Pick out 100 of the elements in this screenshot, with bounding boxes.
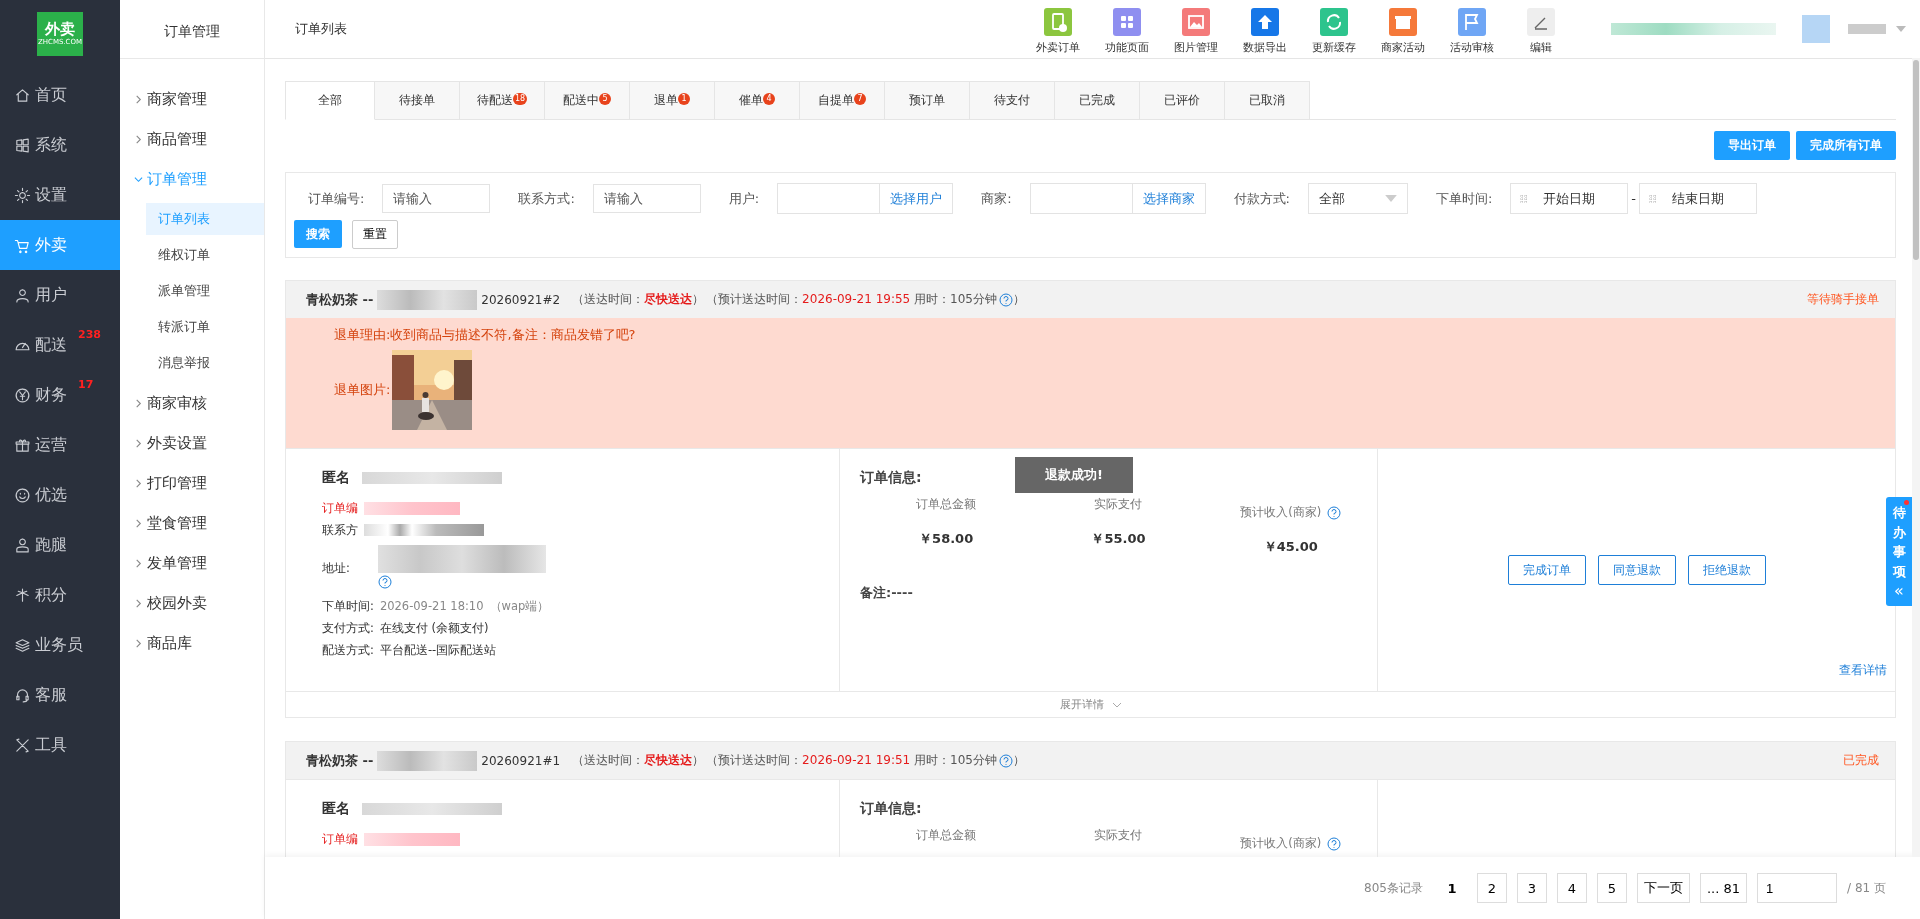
- expand-toggle[interactable]: 展开详情: [286, 691, 1895, 717]
- order-action-button[interactable]: 同意退款: [1597, 555, 1676, 585]
- order-action-button[interactable]: 完成订单: [1507, 555, 1586, 585]
- nav-item[interactable]: 财务 17: [0, 370, 120, 420]
- page-input[interactable]: 1: [1757, 873, 1838, 903]
- nav-item[interactable]: 客服: [0, 670, 120, 720]
- menu-item[interactable]: 外卖设置: [120, 423, 264, 463]
- toolbar-button[interactable]: 编辑: [1506, 3, 1575, 55]
- yen-icon: [14, 386, 31, 404]
- toolbar-button[interactable]: 功能页面: [1092, 3, 1161, 55]
- menu-item[interactable]: 商品管理: [120, 119, 264, 159]
- menu-item[interactable]: 维权订单: [146, 239, 264, 271]
- tab[interactable]: 退单 1: [630, 81, 715, 120]
- chevron-icon: [134, 598, 143, 608]
- input-field[interactable]: 请输入: [382, 184, 491, 213]
- nav-item[interactable]: 业务员: [0, 620, 120, 670]
- order-action-button[interactable]: 拒绝退款: [1687, 555, 1766, 585]
- tab[interactable]: 预订单: [885, 81, 970, 120]
- menu-item[interactable]: 商家管理: [120, 79, 264, 119]
- delivery-time: （送达时间：尽快送达）: [572, 291, 705, 308]
- tab[interactable]: 催单 4: [715, 81, 800, 120]
- customer-name: 匿名: [322, 469, 350, 487]
- picker-field[interactable]: 选择商家: [1029, 183, 1206, 214]
- input-field[interactable]: 请输入: [592, 184, 701, 213]
- page-button[interactable]: 4: [1556, 873, 1587, 903]
- count-label: 17: [78, 378, 94, 391]
- page-button[interactable]: 5: [1596, 873, 1627, 903]
- toast-message: 退款成功!: [1015, 457, 1133, 493]
- menu-item[interactable]: 打印管理: [120, 463, 264, 503]
- menu-item[interactable]: 转派订单: [146, 311, 264, 343]
- next-page-button[interactable]: 下一页: [1636, 873, 1690, 903]
- reset-button[interactable]: 重置: [352, 220, 398, 249]
- amount-label: 订单总金额: [916, 828, 977, 843]
- smile-icon: [14, 486, 31, 504]
- tab[interactable]: 已完成: [1055, 81, 1140, 120]
- nav-item[interactable]: 跑腿: [0, 520, 120, 570]
- tab[interactable]: 已评价: [1140, 81, 1225, 120]
- tab[interactable]: 待支付: [970, 81, 1055, 120]
- select-field[interactable]: 全部: [1307, 183, 1408, 214]
- chevron-icon: [134, 174, 143, 184]
- toolbar-button[interactable]: 数据导出: [1230, 3, 1299, 55]
- menu-item[interactable]: 商家审核: [120, 383, 264, 423]
- nav-item[interactable]: 工具: [0, 720, 120, 770]
- toolbar-button[interactable]: 图片管理: [1161, 3, 1230, 55]
- menu-item[interactable]: 发单管理: [120, 543, 264, 583]
- menu-item[interactable]: 商品库: [120, 623, 264, 663]
- count-badge: 4: [763, 92, 775, 105]
- scrollbar[interactable]: [1913, 60, 1919, 260]
- palm-icon: [14, 586, 31, 604]
- page-button[interactable]: 3: [1516, 873, 1547, 903]
- tab[interactable]: 自提单 7: [800, 81, 885, 120]
- page-button[interactable]: 2: [1476, 873, 1507, 903]
- toolbar-button[interactable]: 活动审核: [1437, 3, 1506, 55]
- section-title: 订单信息:: [860, 469, 922, 487]
- menu-item[interactable]: 派单管理: [146, 275, 264, 307]
- help-icon[interactable]: [1327, 836, 1342, 851]
- nav-item[interactable]: 优选: [0, 470, 120, 520]
- amount-label: 实际支付: [1094, 828, 1143, 843]
- section-title: 订单管理: [120, 0, 264, 59]
- field-label: 地址:: [322, 560, 350, 576]
- help-icon[interactable]: [377, 575, 392, 589]
- amount-label: 预计收入(商家): [1240, 836, 1322, 851]
- toolbar-button[interactable]: 商家活动: [1368, 3, 1437, 55]
- nav-item[interactable]: 用户: [0, 270, 120, 320]
- toolbar-button[interactable]: 外卖订单: [1023, 3, 1092, 55]
- count-badge: 1: [678, 92, 690, 105]
- nav-item[interactable]: 首页: [0, 70, 120, 120]
- field-label: 订单编号:: [307, 189, 366, 208]
- nav-item[interactable]: 运营: [0, 420, 120, 470]
- picker-field[interactable]: 选择用户: [777, 183, 954, 214]
- delivery-time: （送达时间：尽快送达）: [572, 752, 705, 769]
- tab[interactable]: 待接单: [375, 81, 460, 120]
- help-icon[interactable]: [998, 292, 1013, 307]
- layers-icon: [14, 636, 31, 654]
- nav-item[interactable]: 设置: [0, 170, 120, 220]
- details-link[interactable]: 查看详情: [1839, 662, 1887, 679]
- menu-item[interactable]: 消息举报: [146, 347, 264, 379]
- tab[interactable]: 配送中 5: [545, 81, 630, 120]
- help-icon[interactable]: [998, 753, 1013, 768]
- tab[interactable]: 全部: [285, 81, 375, 120]
- order-number: 20260921#1: [481, 753, 561, 768]
- help-icon[interactable]: [1327, 505, 1342, 520]
- caret-icon[interactable]: [1896, 26, 1906, 32]
- field-label: 订单编: [322, 500, 358, 516]
- menu-item[interactable]: 校园外卖: [120, 583, 264, 623]
- estimated-time: （预计送达时间：2026-09-21 19:55 用时：105分钟: [706, 291, 997, 308]
- record-count: 805条记录: [1364, 879, 1423, 897]
- nav-item[interactable]: 系统: [0, 120, 120, 170]
- amount-value: ￥45.00: [1263, 538, 1318, 556]
- toolbar-button[interactable]: 更新缓存: [1299, 3, 1368, 55]
- date-field[interactable]: 结束日期: [1639, 183, 1758, 214]
- range-separator: -: [1630, 191, 1638, 206]
- chevron-icon: [1111, 701, 1122, 708]
- page-title: 订单列表: [294, 20, 348, 38]
- tab[interactable]: 已取消: [1225, 81, 1310, 120]
- date-field[interactable]: 开始日期: [1510, 183, 1629, 214]
- last-page-button[interactable]: ... 81: [1699, 873, 1748, 903]
- menu-item[interactable]: 堂食管理: [120, 503, 264, 543]
- nav-item[interactable]: 配送 238: [0, 320, 120, 370]
- nav-item[interactable]: 积分: [0, 570, 120, 620]
